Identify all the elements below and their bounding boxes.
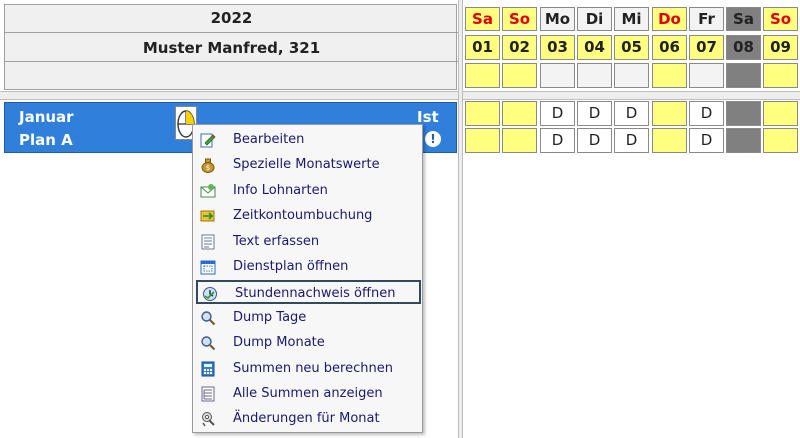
menu-item-label: Dienstplan öffnen (233, 259, 349, 274)
day-cell[interactable] (652, 63, 687, 88)
svg-text:$: $ (206, 164, 210, 172)
day-cell[interactable] (540, 63, 575, 88)
money-bag-icon: $ (200, 157, 216, 174)
weekday-header: Sa (465, 7, 500, 31)
menu-item-label: Zeitkontoumbuchung (233, 208, 373, 224)
menu-item-label: Info Lohnarten (233, 182, 328, 198)
vertical-splitter[interactable] (458, 0, 463, 438)
weekday-header: Mo (540, 7, 575, 31)
list-icon (200, 386, 216, 402)
shift-cell[interactable]: D (614, 101, 649, 126)
shift-cell[interactable] (502, 101, 537, 126)
day-number: 07 (689, 35, 724, 60)
shift-cell[interactable]: D (689, 101, 724, 126)
shift-cell[interactable] (652, 101, 687, 126)
menu-item-info-lohnarten[interactable]: Info Lohnarten (196, 179, 421, 203)
day-number: 08 (726, 35, 761, 60)
shift-cell[interactable] (726, 128, 761, 153)
menu-item-dienstplan-oeffnen[interactable]: Dienstplan öffnen (196, 255, 421, 279)
day-number: 09 (763, 35, 798, 60)
menu-item-dump-monate[interactable]: Dump Monate (196, 331, 421, 355)
menu-item-label: Dump Tage (233, 309, 307, 325)
day-cell[interactable] (614, 63, 649, 88)
year-label: 2022 (210, 9, 253, 27)
shift-cell[interactable] (465, 101, 500, 126)
shift-cell[interactable]: D (540, 101, 575, 126)
shift-cell[interactable]: D (577, 128, 612, 153)
menu-item-aenderungen-fuer-monat[interactable]: Änderungen für Monat (196, 407, 421, 431)
calculator-icon (200, 361, 216, 377)
header-panel: 2022 Muster Manfred, 321 (4, 4, 458, 90)
day-number: 06 (652, 35, 687, 60)
transfer-icon (200, 208, 216, 224)
header-divider (5, 61, 458, 62)
menu-item-label: Dump Monate (233, 335, 325, 351)
plan-label: Plan A (19, 131, 73, 149)
shift-cell[interactable] (763, 101, 798, 126)
magnifier-icon (200, 310, 216, 326)
context-menu: Bearbeiten $ Spezielle Monatswerte Info Loh… (192, 124, 423, 433)
weekday-header: Fr (689, 7, 724, 31)
day-cell[interactable] (689, 63, 724, 88)
shift-cell[interactable]: D (577, 101, 612, 126)
day-number: 03 (540, 35, 575, 60)
menu-item-label: Summen neu berechnen (233, 360, 393, 376)
day-number: 01 (465, 35, 500, 60)
day-cell[interactable] (726, 63, 761, 88)
menu-item-label: Bearbeiten (233, 132, 305, 147)
mail-icon (200, 183, 216, 199)
day-cell[interactable] (577, 63, 612, 88)
day-cell[interactable] (465, 63, 500, 88)
menu-item-label: Stundennachweis öffnen (235, 286, 396, 302)
day-number: 04 (577, 35, 612, 60)
day-number: 05 (614, 35, 649, 60)
shift-cell[interactable] (652, 128, 687, 153)
weekday-header: Do (652, 7, 687, 31)
menu-item-label: Spezielle Monatswerte (233, 157, 380, 173)
weekday-header: So (763, 7, 798, 31)
menu-item-bearbeiten[interactable]: Bearbeiten (196, 128, 421, 152)
month-label: Januar (19, 108, 74, 126)
menu-item-label: Text erfassen (233, 233, 320, 249)
weekday-header: So (502, 7, 537, 31)
shift-cell[interactable] (726, 101, 761, 126)
weekday-header: Mi (614, 7, 649, 31)
menu-item-dump-tage[interactable]: Dump Tage (196, 306, 421, 330)
menu-item-summen-neu-berechnen[interactable]: Summen neu berechnen (196, 357, 421, 381)
day-cell[interactable] (502, 63, 537, 88)
info-icon[interactable]: ! (425, 131, 441, 147)
shift-cell[interactable] (502, 128, 537, 153)
header-divider (5, 32, 458, 33)
weekday-header: Di (577, 7, 612, 31)
horizontal-splitter[interactable] (0, 91, 800, 100)
day-number: 02 (502, 35, 537, 60)
menu-item-zeitkontoumbuchung[interactable]: Zeitkontoumbuchung (196, 204, 421, 228)
weekday-header: Sa (726, 7, 761, 31)
magnifier-icon (200, 335, 216, 351)
edit-icon (200, 132, 216, 148)
day-cell[interactable] (763, 63, 798, 88)
menu-item-text-erfassen[interactable]: Text erfassen (196, 230, 421, 254)
menu-item-label: Änderungen für Monat (233, 411, 380, 427)
shift-cell[interactable] (465, 128, 500, 153)
menu-item-alle-summen-anzeigen[interactable]: Alle Summen anzeigen (196, 382, 421, 406)
shift-cell[interactable] (763, 128, 798, 153)
shift-cell[interactable]: D (540, 128, 575, 153)
text-icon (200, 234, 216, 250)
menu-item-spezielle-monatswerte[interactable]: $ Spezielle Monatswerte (196, 153, 421, 177)
menu-item-stundennachweis-oeffnen[interactable]: Stundennachweis öffnen (196, 280, 421, 305)
schedule-icon (200, 259, 216, 275)
shift-cell[interactable]: D (614, 128, 649, 153)
settings-icon (200, 411, 216, 427)
menu-item-label: Alle Summen anzeigen (233, 386, 383, 401)
employee-name: Muster Manfred, 321 (142, 39, 321, 57)
shift-cell[interactable]: D (689, 128, 724, 153)
clock-icon (202, 286, 218, 302)
